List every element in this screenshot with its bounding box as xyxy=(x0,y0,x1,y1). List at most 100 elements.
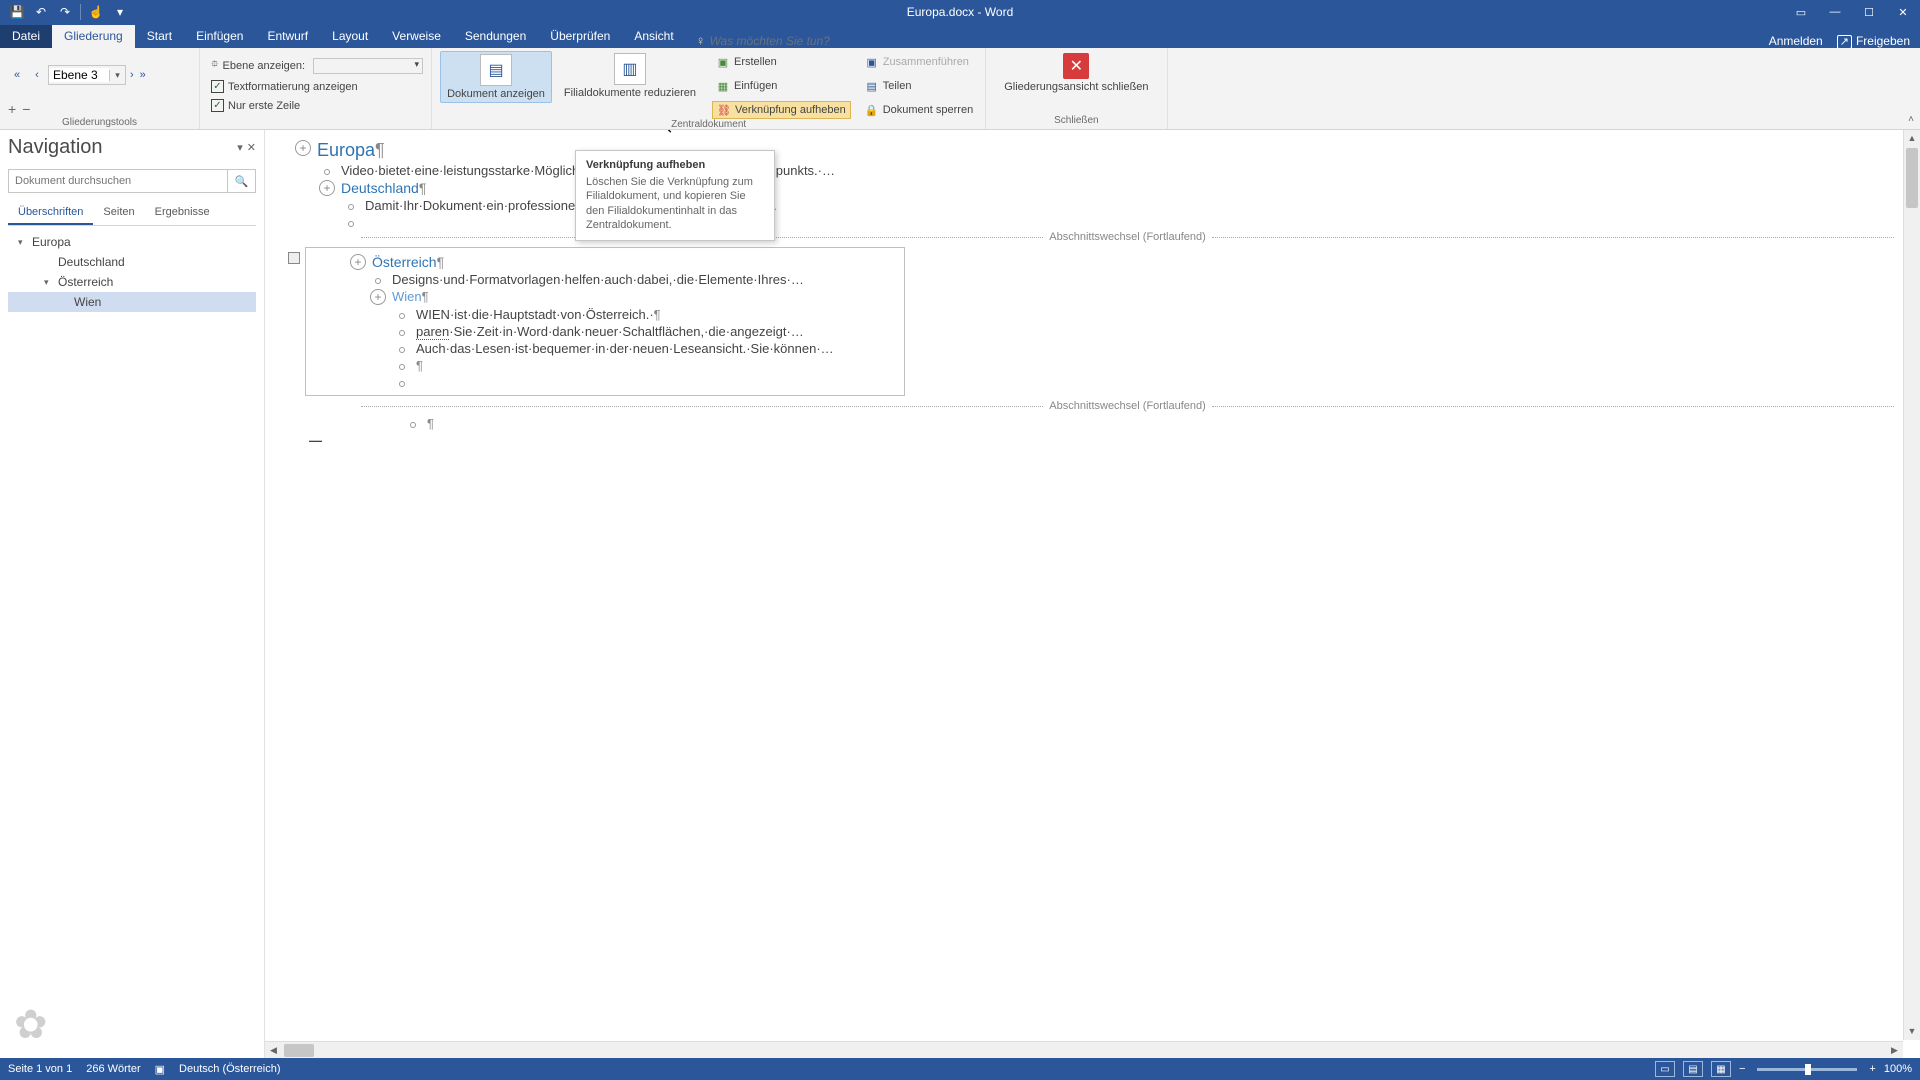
nav-tab-pages[interactable]: Seiten xyxy=(93,201,144,225)
outline-dot-icon xyxy=(348,204,354,210)
tell-me-search[interactable]: ♀ xyxy=(696,33,890,48)
chevron-down-icon[interactable]: ▾ xyxy=(18,237,28,248)
scroll-down-button[interactable]: ▼ xyxy=(1904,1023,1920,1040)
heading-europa[interactable]: Europa¶ xyxy=(317,140,385,161)
demote-to-body-button[interactable]: » xyxy=(140,69,146,81)
body-text[interactable]: Auch·das·Lesen·ist·bequemer·in·der·neuen… xyxy=(416,341,834,356)
body-text[interactable]: Designs·und·Formatvorlagen·helfen·auch·d… xyxy=(392,272,804,287)
body-text[interactable]: WIEN·ist·die·Hauptstadt·von·Österreich.·… xyxy=(416,307,661,322)
tab-ansicht[interactable]: Ansicht xyxy=(622,25,685,48)
scroll-up-button[interactable]: ▲ xyxy=(1904,130,1920,147)
nav-close-button[interactable]: ✕ xyxy=(247,141,256,154)
empty-paragraph[interactable]: ¶ xyxy=(416,358,423,373)
demote-button[interactable]: › xyxy=(130,69,134,81)
outline-plus-icon[interactable]: + xyxy=(350,254,366,270)
unlink-tooltip: Verknüpfung aufheben Löschen Sie die Ver… xyxy=(575,150,775,241)
outline-level-selector[interactable]: ▾ xyxy=(48,65,126,85)
empty-paragraph[interactable]: ¶ xyxy=(427,416,434,431)
close-button[interactable]: ✕ xyxy=(1886,0,1920,24)
bulb-icon: ♀ xyxy=(696,33,706,48)
scroll-thumb[interactable] xyxy=(284,1044,314,1057)
tab-start[interactable]: Start xyxy=(135,25,184,48)
subdoc-anchor-icon[interactable] xyxy=(288,252,300,264)
show-document-button[interactable]: ▤ Dokument anzeigen xyxy=(440,51,552,103)
qat-save[interactable]: 💾 xyxy=(6,1,28,23)
create-subdoc-button[interactable]: ▣Erstellen xyxy=(712,53,851,71)
tab-layout[interactable]: Layout xyxy=(320,25,380,48)
outline-plus-icon[interactable]: + xyxy=(370,289,386,305)
scroll-thumb[interactable] xyxy=(1906,148,1918,208)
nav-tab-results[interactable]: Ergebnisse xyxy=(145,201,220,225)
slider-thumb[interactable] xyxy=(1805,1064,1811,1075)
tell-me-input[interactable] xyxy=(709,34,889,48)
nav-options-dropdown[interactable]: ▾ xyxy=(237,141,243,154)
print-layout-button[interactable]: ▤ xyxy=(1683,1061,1703,1077)
promote-to-heading1-button[interactable]: « xyxy=(8,66,26,84)
heading-deutschland[interactable]: Deutschland¶ xyxy=(341,180,426,196)
nav-search-input[interactable] xyxy=(9,170,227,192)
qat-undo[interactable]: ↶ xyxy=(30,1,52,23)
unlink-subdoc-button[interactable]: ⛓Verknüpfung aufheben xyxy=(712,101,851,119)
status-page[interactable]: Seite 1 von 1 xyxy=(8,1063,72,1075)
tab-datei[interactable]: Datei xyxy=(0,25,52,48)
collapse-ribbon-button[interactable]: ˄ xyxy=(1908,114,1914,125)
tab-ueberpruefen[interactable]: Überprüfen xyxy=(538,25,622,48)
web-layout-button[interactable]: ▦ xyxy=(1711,1061,1731,1077)
merge-subdoc-button[interactable]: ▣Zusammenführen xyxy=(861,53,978,71)
sign-in-link[interactable]: Anmelden xyxy=(1769,34,1823,48)
status-word-count[interactable]: 266 Wörter xyxy=(86,1063,140,1075)
heading-oesterreich[interactable]: Österreich¶ xyxy=(372,254,444,270)
group-label-tools: Gliederungstools xyxy=(8,117,191,131)
tab-entwurf[interactable]: Entwurf xyxy=(255,25,320,48)
subdocument-container[interactable]: + Österreich¶ Designs·und·Formatvorlagen·… xyxy=(305,247,905,396)
zoom-slider[interactable] xyxy=(1757,1068,1857,1071)
promote-button[interactable]: ‹ xyxy=(28,66,46,84)
qat-touch-mode[interactable]: ☝ xyxy=(85,1,107,23)
insert-subdoc-button[interactable]: ▦Einfügen xyxy=(712,77,851,95)
horizontal-scrollbar[interactable]: ◀ ▶ xyxy=(265,1041,1903,1058)
show-text-formatting-checkbox[interactable]: ✓Textformatierung anzeigen xyxy=(211,80,423,93)
tab-gliederung[interactable]: Gliederung xyxy=(52,25,135,48)
search-icon[interactable]: 🔍 xyxy=(227,170,255,192)
status-language[interactable]: Deutsch (Österreich) xyxy=(179,1063,280,1075)
chevron-down-icon[interactable]: ▾ xyxy=(44,277,54,288)
nav-item-deutschland[interactable]: Deutschland xyxy=(8,252,256,272)
chevron-down-icon[interactable]: ▾ xyxy=(109,70,125,81)
split-subdoc-button[interactable]: ▤Teilen xyxy=(861,77,978,95)
tab-einfuegen[interactable]: Einfügen xyxy=(184,25,255,48)
outline-plus-icon[interactable]: + xyxy=(319,180,335,196)
outline-level-input[interactable] xyxy=(49,68,109,82)
collapse-subdocuments-button[interactable]: ▥ Filialdokumente reduzieren xyxy=(558,51,702,101)
maximize-button[interactable]: ☐ xyxy=(1852,0,1886,24)
nav-search-box[interactable]: 🔍 xyxy=(8,169,256,193)
scroll-left-button[interactable]: ◀ xyxy=(265,1042,282,1058)
first-line-only-checkbox[interactable]: ✓Nur erste Zeile xyxy=(211,99,423,112)
zoom-in-button[interactable]: + xyxy=(1869,1063,1875,1075)
qat-redo[interactable]: ↷ xyxy=(54,1,76,23)
zoom-level[interactable]: 100% xyxy=(1884,1063,1912,1075)
scroll-right-button[interactable]: ▶ xyxy=(1886,1042,1903,1058)
tab-sendungen[interactable]: Sendungen xyxy=(453,25,538,48)
lock-document-button[interactable]: 🔒Dokument sperren xyxy=(861,101,978,119)
body-text[interactable]: paren·Sie·Zeit·in·Word·dank·neuer·Schalt… xyxy=(416,324,804,339)
close-outline-view-button[interactable]: ✕ Gliederungsansicht schließen xyxy=(994,51,1158,95)
proofing-icon[interactable]: ▣ xyxy=(155,1063,165,1076)
qat-customize[interactable]: ▾ xyxy=(109,1,131,23)
zoom-out-button[interactable]: − xyxy=(1739,1063,1745,1075)
outline-plus-icon[interactable]: + xyxy=(295,140,311,156)
share-button[interactable]: Freigeben xyxy=(1837,34,1910,48)
minimize-button[interactable]: — xyxy=(1818,0,1852,24)
nav-tab-headings[interactable]: Überschriften xyxy=(8,201,93,225)
heading-wien[interactable]: Wien¶ xyxy=(392,289,429,304)
tab-verweise[interactable]: Verweise xyxy=(380,25,453,48)
collapse-button[interactable]: − xyxy=(22,101,30,117)
show-level-row[interactable]: ⯐Ebene anzeigen: ▾ xyxy=(211,57,423,74)
ribbon-display-options-icon[interactable]: ▭ xyxy=(1784,0,1818,24)
read-mode-button[interactable]: ▭ xyxy=(1655,1061,1675,1077)
nav-item-oesterreich[interactable]: ▾Österreich xyxy=(8,272,256,292)
vertical-scrollbar[interactable]: ▲ ▼ xyxy=(1903,130,1920,1040)
nav-item-wien[interactable]: Wien xyxy=(8,292,256,312)
expand-button[interactable]: + xyxy=(8,101,16,117)
nav-item-europa[interactable]: ▾Europa xyxy=(8,232,256,252)
insert-icon: ▦ xyxy=(716,79,730,93)
